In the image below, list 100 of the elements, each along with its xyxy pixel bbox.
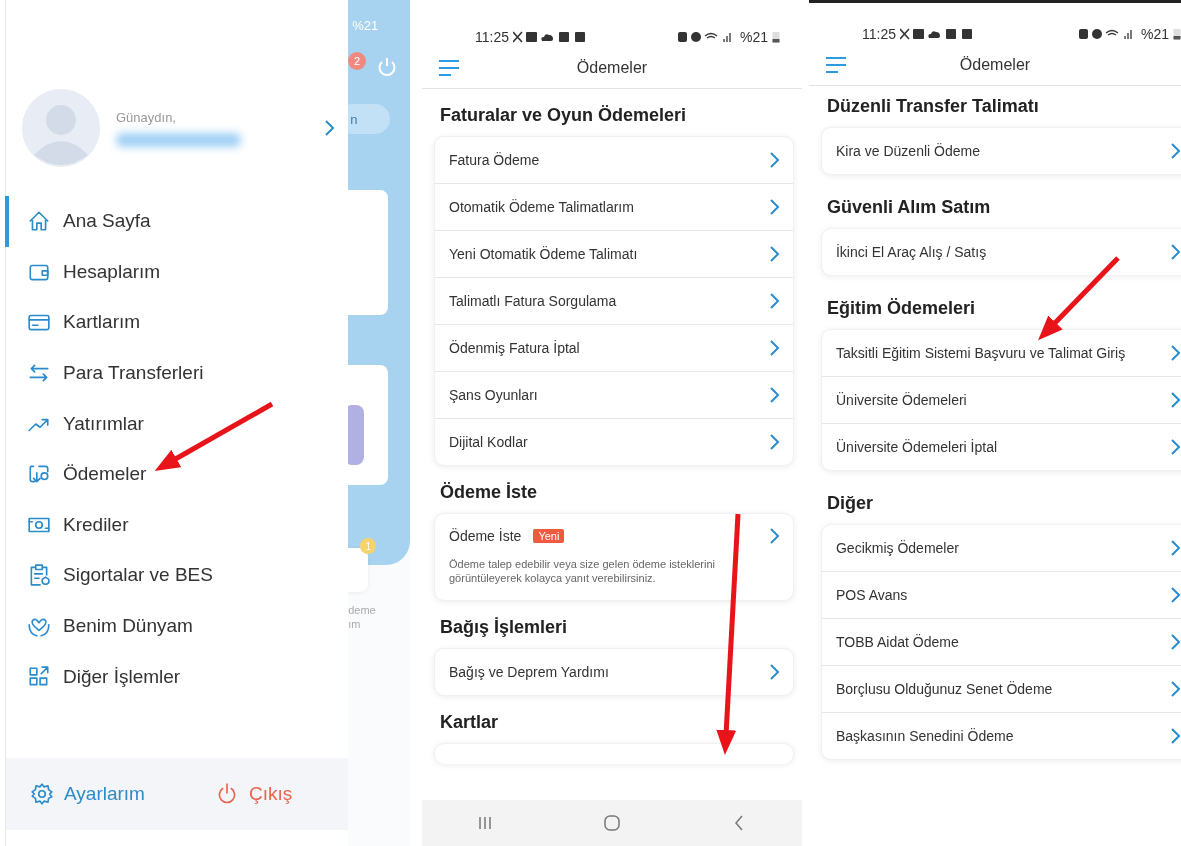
row-label: Otomatik Ödeme Talimatlarım bbox=[449, 199, 635, 215]
drawer-item-icon bbox=[27, 209, 51, 234]
chevron-right-icon bbox=[1168, 141, 1181, 161]
greeting-text: Günaydın, bbox=[116, 109, 177, 125]
drawer-item[interactable]: Hesaplarım bbox=[5, 246, 349, 298]
chevron-right-icon bbox=[1168, 242, 1181, 262]
chevron-right-icon bbox=[1168, 585, 1181, 605]
chevron-right-icon bbox=[1168, 343, 1181, 363]
screen-title: Ödemeler bbox=[959, 56, 1031, 74]
chevron-right-icon bbox=[1168, 726, 1181, 746]
chevron-right-icon bbox=[767, 291, 781, 311]
row-label: Ödenmiş Fatura İptal bbox=[449, 340, 581, 356]
drawer-item[interactable]: Diğer İşlemler bbox=[5, 651, 349, 702]
row-label: Yeni Otomatik Ödeme Talimatı bbox=[449, 246, 639, 262]
row-label: Kira ve Düzenli Ödeme bbox=[836, 143, 981, 159]
menu-row[interactable]: Dijital Kodlar bbox=[435, 419, 793, 465]
section-title: Güvenli Alım Satım bbox=[826, 196, 991, 219]
menu-row[interactable]: Başkasının Senedini Ödeme bbox=[822, 713, 1181, 759]
status-time: 11:25 bbox=[475, 29, 509, 45]
drawer-item-label: Ödemeler bbox=[63, 463, 147, 486]
menu-icon[interactable] bbox=[825, 56, 847, 74]
chevron-right-icon bbox=[767, 661, 781, 682]
drawer-item-label: Benim Dünyam bbox=[63, 615, 193, 638]
battery-icon bbox=[772, 31, 780, 43]
section-title: Ödeme İste bbox=[439, 481, 538, 504]
chevron-right-icon bbox=[767, 150, 781, 170]
drawer-item-label: Sigortalar ve BES bbox=[63, 564, 213, 587]
menu-row[interactable]: Yeni Otomatik Ödeme Talimatı bbox=[435, 231, 793, 278]
drawer-item[interactable]: Sigortalar ve BES bbox=[5, 550, 349, 601]
menu-row[interactable]: Fatura Ödeme bbox=[435, 137, 793, 184]
menu-row[interactable]: Gecikmiş Ödemeler bbox=[822, 525, 1181, 572]
battery-percent: %21 bbox=[352, 18, 379, 33]
battery-percent: %21 bbox=[1140, 26, 1169, 42]
chevron-right-icon bbox=[1168, 538, 1181, 558]
menu-row[interactable]: Otomatik Ödeme Talimatlarım bbox=[435, 184, 793, 231]
drawer-item-label: Diğer İşlemler bbox=[63, 665, 181, 688]
drawer-item[interactable]: Benim Dünyam bbox=[5, 600, 349, 652]
menu-row[interactable]: TOBB Aidat Ödeme bbox=[822, 619, 1181, 666]
menu-row[interactable]: Borçlusu Olduğunuz Senet Ödeme bbox=[822, 666, 1181, 713]
section-title: Bağış İşlemleri bbox=[439, 615, 568, 639]
chevron-right-icon bbox=[1168, 679, 1181, 699]
settings-icon bbox=[30, 782, 54, 806]
drawer-item-label: Hesaplarım bbox=[63, 260, 161, 283]
row-label: Borçlusu Olduğunuz Senet Ödeme bbox=[836, 681, 1054, 697]
row-label: Dijital Kodlar bbox=[449, 434, 529, 450]
screen-title: Ödemeler bbox=[576, 59, 648, 77]
menu-row[interactable]: Ödeme İste Yeni Ödeme talep edebilir veya size gelen ödeme isteklerini görüntüleyerek kolayca yanıt verebilirsiniz. bbox=[435, 514, 793, 600]
menu-row[interactable]: Üniversite Ödemeleri bbox=[822, 377, 1181, 424]
drawer-item-label: Yatırımlar bbox=[63, 412, 144, 435]
chevron-right-icon bbox=[322, 118, 337, 138]
drawer-item[interactable]: Krediler bbox=[5, 499, 349, 551]
drawer-item[interactable]: Yatırımlar bbox=[5, 398, 349, 449]
section-title: Düzenli Transfer Talimatı bbox=[826, 95, 1039, 118]
drawer-item-label: Krediler bbox=[63, 513, 129, 536]
menu-row[interactable]: POS Avans bbox=[822, 572, 1181, 619]
row-label: Taksitli Eğitim Sistemi Başvuru ve Talimat Giriş bbox=[836, 345, 1127, 361]
drawer-item[interactable]: Para Transferleri bbox=[5, 347, 349, 399]
chevron-right-icon bbox=[1168, 437, 1181, 457]
chevron-right-icon bbox=[1168, 390, 1181, 410]
chevron-right-icon bbox=[767, 526, 781, 546]
row-label: Üniversite Ödemeleri İptal bbox=[836, 439, 999, 455]
drawer-item-label: Ana Sayfa bbox=[63, 210, 151, 233]
section-title: Diğer bbox=[826, 492, 873, 515]
drawer-item[interactable]: Kartlarım bbox=[5, 297, 349, 348]
row-label: Fatura Ödeme bbox=[449, 152, 541, 168]
new-badge: Yeni bbox=[533, 529, 565, 543]
chevron-right-icon bbox=[767, 338, 781, 358]
menu-row[interactable]: Şans Oyunları bbox=[435, 372, 793, 419]
row-label: TOBB Aidat Ödeme bbox=[836, 634, 960, 650]
menu-row[interactable]: Üniversite Ödemeleri İptal bbox=[822, 424, 1181, 470]
section-title: Kartlar bbox=[439, 710, 499, 734]
chevron-right-icon bbox=[767, 197, 781, 217]
drawer-item-label: Para Transferleri bbox=[63, 362, 204, 385]
battery-percent: %21 bbox=[739, 29, 768, 45]
menu-row[interactable]: Kira ve Düzenli Ödeme bbox=[822, 128, 1181, 174]
tile-label: deme bbox=[348, 604, 376, 616]
row-label: Başkasının Senedini Ödeme bbox=[836, 728, 1015, 744]
row-label: Talimatlı Fatura Sorgulama bbox=[449, 293, 618, 309]
row-label: Gecikmiş Ödemeler bbox=[836, 540, 960, 556]
row-label: Bağış ve Deprem Yardımı bbox=[449, 663, 610, 680]
menu-icon[interactable] bbox=[438, 59, 460, 77]
tile-label: ım bbox=[348, 618, 361, 630]
row-label: İkinci El Araç Alış / Satış bbox=[836, 244, 988, 260]
menu-row[interactable]: Taksitli Eğitim Sistemi Başvuru ve Talimat Giriş bbox=[822, 330, 1181, 377]
status-time: 11:25 bbox=[862, 26, 896, 42]
menu-row[interactable]: İkinci El Araç Alış / Satış bbox=[822, 229, 1181, 275]
row-label: Şans Oyunları bbox=[449, 387, 539, 403]
menu-row[interactable]: Talimatlı Fatura Sorgulama bbox=[435, 278, 793, 325]
menu-row[interactable]: Ödenmiş Fatura İptal bbox=[435, 325, 793, 372]
drawer-item[interactable]: Ödemeler bbox=[5, 448, 349, 500]
chevron-right-icon bbox=[1168, 632, 1181, 652]
home-icon[interactable] bbox=[603, 814, 621, 832]
row-description: Ödeme talep edebilir veya size gelen ödeme isteklerini görüntüleyerek kolayca yanıt verebilirsiniz. bbox=[449, 558, 716, 586]
section-title: Faturalar ve Oyun Ödemeleri bbox=[439, 104, 687, 127]
illustration-placeholder bbox=[348, 405, 365, 465]
section-title: Eğitim Ödemeleri bbox=[826, 297, 976, 320]
row-label: Ödeme İste bbox=[449, 528, 522, 544]
row-label: POS Avans bbox=[836, 587, 909, 603]
menu-row[interactable]: Bağış ve Deprem Yardımı bbox=[435, 648, 793, 695]
chevron-right-icon bbox=[767, 385, 781, 405]
